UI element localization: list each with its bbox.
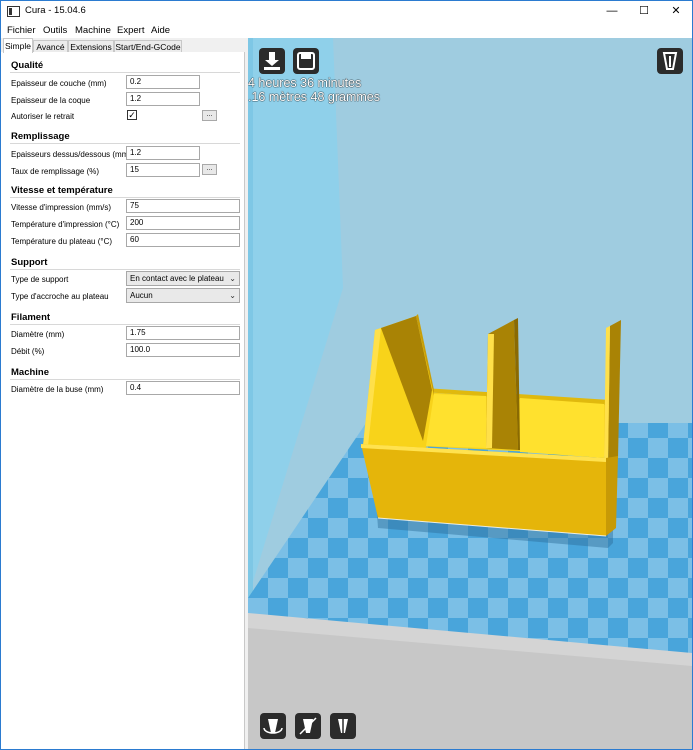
view-mode-button[interactable] [657, 48, 683, 74]
save-icon [297, 52, 315, 70]
nozzle-size-label: Diamètre de la buse (mm) [11, 385, 104, 394]
load-icon [264, 52, 280, 70]
shell-thickness-label: Epaisseur de la coque [11, 96, 91, 105]
divider [10, 72, 240, 73]
filament-diameter-input[interactable]: 1.75 [126, 326, 240, 340]
print-time-text: 4 heures 36 minutes [248, 76, 362, 90]
section-title-qualite: Qualité [11, 60, 44, 71]
title-bar: Cura - 15.04.6 — ☐ ✕ [1, 1, 692, 22]
print-material-text: .16 mètres 48 grammes [248, 90, 380, 104]
rotate-tool-button[interactable] [260, 713, 286, 739]
print-temperature-label: Température d'impression (°C) [11, 220, 120, 229]
divider [10, 379, 240, 380]
menu-aide[interactable]: Aide [151, 25, 170, 36]
section-title-machine: Machine [11, 367, 50, 378]
rotate-icon [263, 719, 283, 734]
filament-diameter-label: Diamètre (mm) [11, 330, 65, 339]
adhesion-type-select[interactable]: Aucun ⌄ [126, 288, 240, 303]
layer-height-input[interactable]: 0.2 [126, 75, 200, 89]
retraction-checkbox[interactable]: ✓ [127, 110, 137, 120]
section-title-support: Support [11, 257, 48, 268]
scale-tool-button[interactable] [295, 713, 321, 739]
chevron-down-icon: ⌄ [229, 291, 236, 300]
top-bottom-thickness-label: Epaisseurs dessus/dessous (mm) [11, 150, 132, 159]
section-title-remplissage: Remplissage [11, 131, 70, 142]
retraction-settings-button[interactable]: ... [202, 110, 217, 121]
section-title-vitesse: Vitesse et température [11, 185, 113, 196]
minimize-button[interactable]: — [596, 1, 628, 22]
settings-panel: Qualité Epaisseur de couche (mm) 0.2 Epa… [1, 52, 245, 749]
mirror-tool-button[interactable] [330, 713, 356, 739]
bed-temperature-input[interactable]: 60 [126, 233, 240, 247]
shell-thickness-input[interactable]: 1.2 [126, 92, 200, 106]
support-type-label: Type de support [11, 275, 69, 284]
window-title: Cura - 15.04.6 [25, 5, 86, 16]
menu-expert[interactable]: Expert [117, 25, 144, 36]
chevron-down-icon: ⌄ [229, 274, 236, 283]
divider [10, 269, 240, 270]
bed-temperature-label: Température du plateau (°C) [11, 237, 113, 246]
load-model-button[interactable] [259, 48, 285, 74]
support-type-select[interactable]: En contact avec le plateau ⌄ [126, 271, 240, 286]
menu-bar: Fichier Outils Machine Expert Aide [1, 22, 692, 38]
flow-label: Débit (%) [11, 347, 45, 356]
menu-fichier[interactable]: Fichier [7, 25, 36, 36]
mirror-icon [338, 716, 348, 736]
section-title-filament: Filament [11, 312, 51, 323]
view-mode-icon [662, 52, 678, 70]
fill-settings-button[interactable]: ... [202, 164, 217, 175]
adhesion-type-label: Type d'accroche au plateau [11, 292, 109, 301]
fill-density-input[interactable]: 15 [126, 163, 200, 177]
scene-render [248, 38, 692, 749]
menu-outils[interactable]: Outils [43, 25, 67, 36]
divider [10, 197, 240, 198]
retraction-label: Autoriser le retrait [11, 112, 75, 121]
close-button[interactable]: ✕ [660, 1, 692, 22]
layer-height-label: Epaisseur de couche (mm) [11, 79, 107, 88]
print-speed-input[interactable]: 75 [126, 199, 240, 213]
divider [10, 324, 240, 325]
maximize-button[interactable]: ☐ [628, 1, 660, 22]
tab-simple[interactable]: Simple [3, 38, 33, 53]
flow-input[interactable]: 100.0 [126, 343, 240, 357]
divider [10, 143, 240, 144]
app-icon [7, 6, 20, 17]
print-speed-label: Vitesse d'impression (mm/s) [11, 203, 112, 212]
nozzle-size-input[interactable]: 0.4 [126, 381, 240, 395]
adhesion-type-value: Aucun [130, 291, 153, 300]
settings-tabs: Simple Avancé Extensions Start/End-GCode [1, 38, 246, 53]
menu-machine[interactable]: Machine [75, 25, 111, 36]
support-type-value: En contact avec le plateau [130, 274, 224, 283]
3d-viewport[interactable]: 4 heures 36 minutes .16 mètres 48 gramme… [248, 38, 692, 749]
cura-window: Cura - 15.04.6 — ☐ ✕ Fichier Outils Mach… [0, 0, 693, 750]
top-bottom-thickness-input[interactable]: 1.2 [126, 146, 200, 160]
save-gcode-button[interactable] [293, 48, 319, 74]
scale-icon [299, 717, 317, 735]
fill-density-label: Taux de remplissage (%) [11, 167, 100, 176]
print-temperature-input[interactable]: 200 [126, 216, 240, 230]
